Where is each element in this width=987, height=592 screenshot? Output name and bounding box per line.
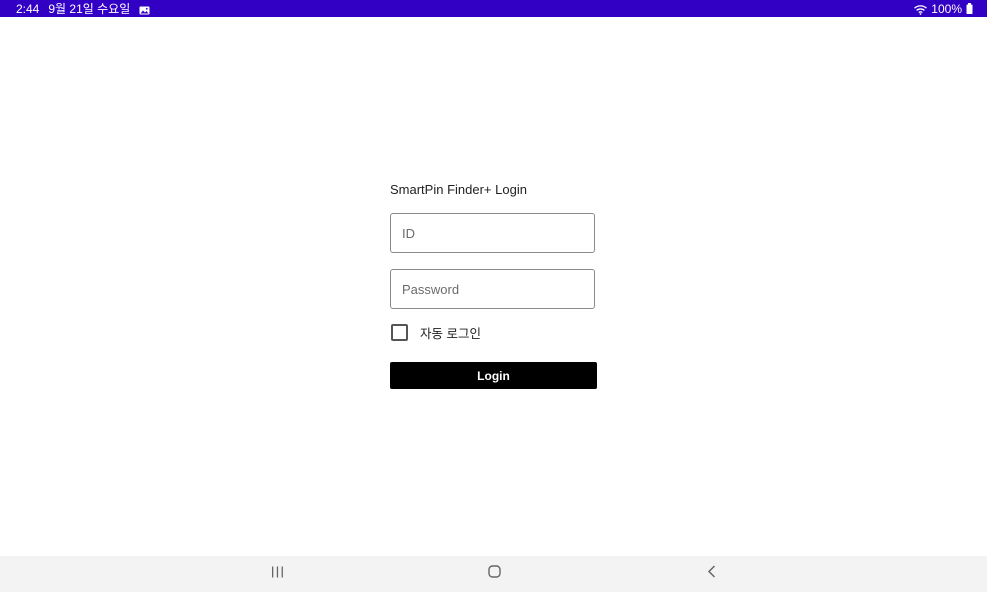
login-button[interactable]: Login <box>390 362 597 389</box>
password-input[interactable] <box>390 269 595 309</box>
wifi-icon <box>914 4 928 15</box>
recents-button[interactable] <box>257 556 297 592</box>
status-bar-left: 2:44 9월 21일 수요일 <box>16 0 150 17</box>
navigation-bar <box>0 556 987 592</box>
back-button[interactable] <box>691 556 731 592</box>
auto-login-checkbox[interactable] <box>391 323 408 341</box>
auto-login-label[interactable]: 자동 로그인 <box>420 323 481 342</box>
back-icon <box>707 565 716 583</box>
battery-icon <box>966 3 973 14</box>
status-time: 2:44 <box>16 1 40 16</box>
home-button[interactable] <box>474 556 514 592</box>
id-input[interactable] <box>390 213 595 253</box>
gallery-icon <box>139 4 150 15</box>
auto-login-row[interactable]: 자동 로그인 <box>391 323 481 341</box>
recents-icon <box>271 565 284 583</box>
home-icon <box>487 565 501 583</box>
battery-percentage: 100% <box>931 1 962 16</box>
status-bar: 2:44 9월 21일 수요일 100% <box>0 0 987 17</box>
login-title: SmartPin Finder+ Login <box>390 182 527 197</box>
status-bar-right: 100% <box>914 0 973 17</box>
status-date: 9월 21일 수요일 <box>48 2 131 16</box>
